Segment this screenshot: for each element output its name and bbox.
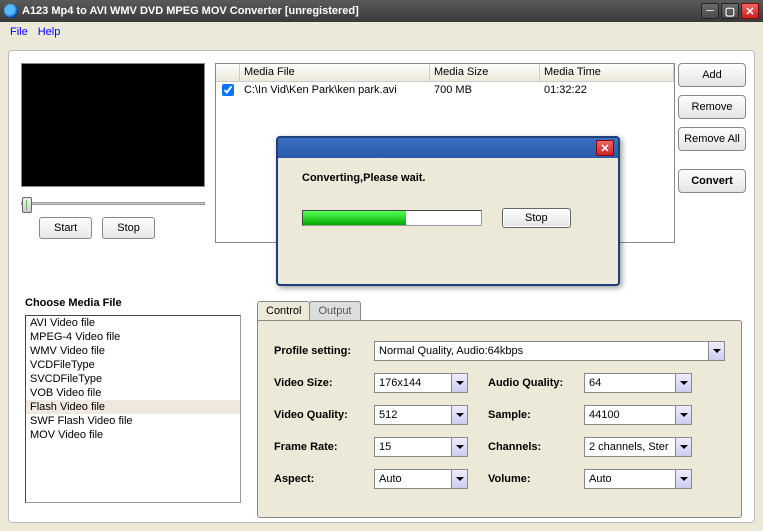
dropdown-arrow-icon <box>451 470 467 488</box>
titlebar: A123 Mp4 to AVI WMV DVD MPEG MOV Convert… <box>0 0 763 22</box>
add-button[interactable]: Add <box>678 63 746 87</box>
audio-quality-value: 64 <box>589 377 601 389</box>
minimize-button[interactable]: ─ <box>701 3 719 19</box>
remove-all-button[interactable]: Remove All <box>678 127 746 151</box>
list-item[interactable]: VCDFileType <box>26 358 240 372</box>
dialog-stop-button[interactable]: Stop <box>502 208 571 228</box>
volume-select[interactable]: Auto <box>584 469 692 489</box>
channels-value: 2 channels, Ster <box>589 441 669 453</box>
video-quality-label: Video Quality: <box>274 409 368 421</box>
progress-bar <box>302 210 482 226</box>
dropdown-arrow-icon <box>451 406 467 424</box>
profile-value: Normal Quality, Audio:64kbps <box>379 345 523 357</box>
audio-quality-select[interactable]: 64 <box>584 373 692 393</box>
tab-output[interactable]: Output <box>309 301 360 320</box>
dropdown-arrow-icon <box>708 342 724 360</box>
aspect-select[interactable]: Auto <box>374 469 468 489</box>
video-preview <box>21 63 205 187</box>
menu-help[interactable]: Help <box>34 24 65 40</box>
profile-select[interactable]: Normal Quality, Audio:64kbps <box>374 341 725 361</box>
video-size-value: 176x144 <box>379 377 421 389</box>
video-size-label: Video Size: <box>274 377 368 389</box>
menubar: File Help <box>0 22 763 42</box>
list-item[interactable]: WMV Video file <box>26 344 240 358</box>
dropdown-arrow-icon <box>675 470 691 488</box>
channels-select[interactable]: 2 channels, Ster <box>584 437 692 457</box>
audio-quality-label: Audio Quality: <box>488 377 578 389</box>
sample-value: 44100 <box>589 409 620 421</box>
tab-control[interactable]: Control <box>257 301 310 320</box>
dropdown-arrow-icon <box>675 374 691 392</box>
sample-label: Sample: <box>488 409 578 421</box>
dropdown-arrow-icon <box>675 438 691 456</box>
progress-fill <box>303 211 406 225</box>
video-quality-select[interactable]: 512 <box>374 405 468 425</box>
video-size-select[interactable]: 176x144 <box>374 373 468 393</box>
dialog-titlebar: ✕ <box>278 138 618 158</box>
list-item[interactable]: MPEG-4 Video file <box>26 330 240 344</box>
channels-label: Channels: <box>488 441 578 453</box>
progress-dialog: ✕ Converting,Please wait. Stop <box>276 136 620 286</box>
list-item[interactable]: MOV Video file <box>26 428 240 442</box>
media-type-list[interactable]: AVI Video fileMPEG-4 Video fileWMV Video… <box>25 315 241 503</box>
aspect-label: Aspect: <box>274 473 368 485</box>
control-panel: Profile setting: Normal Quality, Audio:6… <box>257 320 742 518</box>
row-size: 700 MB <box>430 82 540 100</box>
list-item[interactable]: Flash Video file <box>26 400 240 414</box>
dialog-message: Converting,Please wait. <box>302 172 594 184</box>
window-title: A123 Mp4 to AVI WMV DVD MPEG MOV Convert… <box>22 5 701 17</box>
choose-media-label: Choose Media File <box>25 297 122 309</box>
menu-file[interactable]: File <box>6 24 32 40</box>
volume-label: Volume: <box>488 473 578 485</box>
col-media-size[interactable]: Media Size <box>430 64 540 81</box>
list-item[interactable]: AVI Video file <box>26 316 240 330</box>
preview-start-button[interactable]: Start <box>39 217 92 239</box>
row-checkbox[interactable] <box>216 82 240 100</box>
row-time: 01:32:22 <box>540 82 674 100</box>
video-quality-value: 512 <box>379 409 397 421</box>
profile-label: Profile setting: <box>274 345 368 357</box>
col-check[interactable] <box>216 64 240 81</box>
frame-rate-select[interactable]: 15 <box>374 437 468 457</box>
close-button[interactable]: ✕ <box>741 3 759 19</box>
frame-rate-value: 15 <box>379 441 391 453</box>
list-item[interactable]: SVCDFileType <box>26 372 240 386</box>
sample-select[interactable]: 44100 <box>584 405 692 425</box>
table-header: Media File Media Size Media Time <box>216 64 674 82</box>
dropdown-arrow-icon <box>451 374 467 392</box>
col-media-file[interactable]: Media File <box>240 64 430 81</box>
col-media-time[interactable]: Media Time <box>540 64 674 81</box>
frame-rate-label: Frame Rate: <box>274 441 368 453</box>
row-file: C:\In Vid\Ken Park\ken park.avi <box>240 82 430 100</box>
aspect-value: Auto <box>379 473 402 485</box>
table-row[interactable]: C:\In Vid\Ken Park\ken park.avi 700 MB 0… <box>216 82 674 100</box>
dropdown-arrow-icon <box>451 438 467 456</box>
remove-button[interactable]: Remove <box>678 95 746 119</box>
app-icon <box>4 4 18 18</box>
main-panel: Start Stop Media File Media Size Media T… <box>8 50 755 523</box>
list-item[interactable]: VOB Video file <box>26 386 240 400</box>
maximize-button[interactable]: ▢ <box>721 3 739 19</box>
volume-value: Auto <box>589 473 612 485</box>
seek-slider[interactable] <box>21 193 205 213</box>
list-item[interactable]: SWF Flash Video file <box>26 414 240 428</box>
slider-thumb[interactable] <box>22 197 32 213</box>
dialog-close-button[interactable]: ✕ <box>596 140 614 156</box>
convert-button[interactable]: Convert <box>678 169 746 193</box>
dropdown-arrow-icon <box>675 406 691 424</box>
preview-stop-button[interactable]: Stop <box>102 217 155 239</box>
